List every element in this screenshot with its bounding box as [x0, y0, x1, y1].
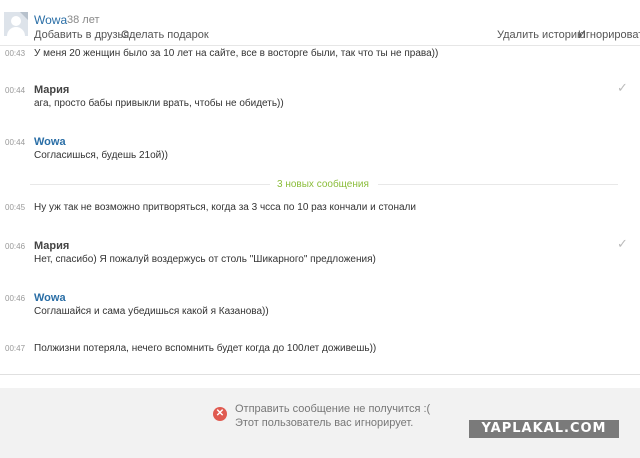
message-text: Нет, спасибо) Я пожалуй воздержусь от ст…: [34, 254, 376, 265]
message-time: 00:43: [5, 49, 26, 58]
message-time: 00:45: [5, 203, 26, 212]
message-author[interactable]: Wowa: [34, 292, 66, 304]
message-text: Соглашайся и сама убедишься какой я Каза…: [34, 306, 269, 317]
message-time: 00:44: [5, 138, 26, 147]
divider-line-left: [30, 184, 270, 185]
read-check-icon: ✓: [617, 80, 628, 95]
new-messages-divider: 3 новых сообщения: [277, 179, 369, 190]
user-age: 38 лет: [67, 14, 100, 26]
message-author[interactable]: Мария: [34, 240, 69, 252]
message-text: Полжизни потеряла, нечего вспомнить буде…: [34, 343, 377, 354]
message-text: Согласишься, будешь 21ой)): [34, 150, 168, 161]
add-friend-link[interactable]: Добавить в друзья: [34, 29, 129, 41]
message-row: 00:43 У меня 20 женщин было за 10 лет на…: [0, 45, 640, 63]
x-circle-icon: ✕: [213, 407, 227, 421]
message-author[interactable]: Wowa: [34, 136, 66, 148]
message-row: 00:45 Ну уж так не возможно притворяться…: [0, 199, 640, 217]
message-text: У меня 20 женщин было за 10 лет на сайте…: [34, 48, 439, 59]
read-check-icon: ✓: [617, 236, 628, 251]
ignored-notice: Этот пользователь вас игнорирует.: [235, 417, 414, 429]
message-row: 00:47 Полжизни потеряла, нечего вспомнит…: [0, 340, 640, 358]
message-row: 00:44 Мария ага, просто бабы привыкли вр…: [0, 80, 640, 120]
delete-history-link[interactable]: Удалить историю: [497, 29, 585, 41]
divider-line-right: [378, 184, 618, 185]
user-name-link[interactable]: Wowa: [34, 13, 67, 27]
message-text: Ну уж так не возможно притворяться, когд…: [34, 202, 416, 213]
message-time: 00:46: [5, 294, 26, 303]
message-time: 00:44: [5, 86, 26, 95]
message-row: 00:46 Мария Нет, спасибо) Я пожалуй возд…: [0, 236, 640, 276]
send-gift-link[interactable]: Сделать подарок: [121, 29, 209, 41]
message-time: 00:47: [5, 344, 26, 353]
message-author[interactable]: Мария: [34, 84, 69, 96]
ignore-user-link[interactable]: Игнорировать: [578, 29, 640, 41]
chat-header: Wowa 38 лет Добавить в друзья Сделать по…: [0, 0, 640, 46]
watermark-logo: YAPLAKAL.COM: [469, 420, 619, 438]
send-error-message: Отправить сообщение не получится :(: [235, 403, 431, 415]
message-row: 00:46 Wowa Соглашайся и сама убедишься к…: [0, 288, 640, 328]
avatar[interactable]: [4, 12, 28, 36]
message-text: ага, просто бабы привыкли врать, чтобы н…: [34, 98, 284, 109]
message-row: 00:44 Wowa Согласишься, будешь 21ой)): [0, 132, 640, 172]
message-time: 00:46: [5, 242, 26, 251]
list-bottom-separator: [0, 374, 640, 375]
avatar-corner-fold: [20, 12, 28, 20]
avatar-body-shape: [7, 27, 25, 36]
